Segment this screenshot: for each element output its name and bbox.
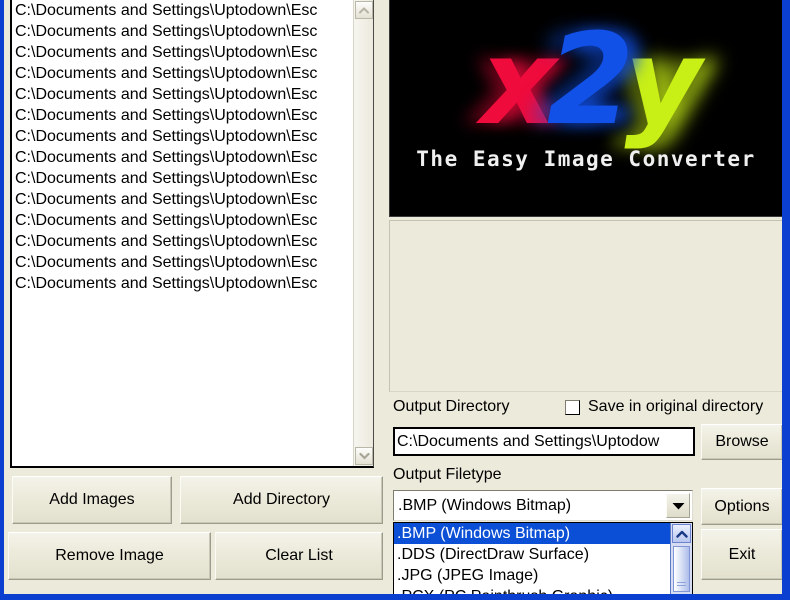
list-item[interactable]: C:\Documents and Settings\Uptodown\Esc [12, 168, 352, 189]
exit-button[interactable]: Exit [701, 529, 783, 580]
application-window: C:\Documents and Settings\Uptodown\Esc C… [0, 0, 790, 600]
output-filetype-label: Output Filetype [393, 466, 502, 483]
add-images-button[interactable]: Add Images [12, 476, 172, 524]
window-border-left [0, 0, 4, 600]
output-directory-label: Output Directory [393, 398, 510, 415]
scroll-up-button[interactable] [355, 1, 373, 19]
logo-wordmark: x2y [480, 6, 702, 153]
dropdown-option-jpg[interactable]: .JPG (JPEG Image) [394, 565, 670, 586]
list-item[interactable]: C:\Documents and Settings\Uptodown\Esc [12, 42, 352, 63]
window-border-bottom [0, 594, 790, 600]
logo-letter-y: y [624, 13, 701, 151]
dropdown-options: .BMP (Windows Bitmap) .DDS (DirectDraw S… [394, 523, 670, 599]
logo-letter-x: x [480, 13, 557, 151]
output-filetype-selected-value: .BMP (Windows Bitmap) [398, 497, 572, 514]
scroll-thumb-grip-icon [677, 582, 686, 588]
logo-letter-2: 2 [546, 6, 635, 153]
chevron-up-icon [359, 6, 369, 13]
list-item[interactable]: C:\Documents and Settings\Uptodown\Esc [12, 147, 352, 168]
window-border-right [782, 0, 790, 600]
save-in-original-directory-label: Save in original directory [588, 398, 764, 415]
list-item[interactable]: C:\Documents and Settings\Uptodown\Esc [12, 84, 352, 105]
chevron-down-icon [672, 502, 684, 509]
dropdown-option-dds[interactable]: .DDS (DirectDraw Surface) [394, 544, 670, 565]
image-preview-panel [389, 220, 783, 392]
file-list-scrollbar[interactable] [353, 0, 373, 466]
file-list-items: C:\Documents and Settings\Uptodown\Esc C… [12, 0, 352, 294]
remove-image-button[interactable]: Remove Image [8, 532, 211, 580]
image-file-listbox[interactable]: C:\Documents and Settings\Uptodown\Esc C… [10, 0, 374, 468]
save-in-original-directory-checkbox[interactable]: Save in original directory [565, 398, 763, 416]
output-directory-input[interactable]: C:\Documents and Settings\Uptodow [393, 427, 695, 456]
app-logo-banner: x2y The Easy Image Converter [389, 0, 783, 217]
scroll-down-button[interactable] [355, 447, 373, 465]
add-directory-button[interactable]: Add Directory [180, 476, 383, 524]
list-item[interactable]: C:\Documents and Settings\Uptodown\Esc [12, 21, 352, 42]
checkbox-box-icon[interactable] [565, 400, 580, 415]
list-item[interactable]: C:\Documents and Settings\Uptodown\Esc [12, 105, 352, 126]
chevron-up-icon [675, 530, 688, 538]
list-item[interactable]: C:\Documents and Settings\Uptodown\Esc [12, 189, 352, 210]
window-client-area: C:\Documents and Settings\Uptodown\Esc C… [4, 0, 783, 600]
list-item[interactable]: C:\Documents and Settings\Uptodown\Esc [12, 126, 352, 147]
combobox-dropdown-button[interactable] [666, 493, 690, 518]
chevron-down-icon [358, 452, 370, 460]
list-item[interactable]: C:\Documents and Settings\Uptodown\Esc [12, 273, 352, 294]
list-item[interactable]: C:\Documents and Settings\Uptodown\Esc [12, 0, 352, 21]
dropdown-scroll-thumb[interactable] [673, 546, 690, 592]
dropdown-option-bmp[interactable]: .BMP (Windows Bitmap) [394, 523, 670, 544]
output-filetype-combobox[interactable]: .BMP (Windows Bitmap) [393, 490, 693, 521]
browse-button[interactable]: Browse [701, 424, 783, 460]
output-filetype-dropdown-list[interactable]: .BMP (Windows Bitmap) .DDS (DirectDraw S… [393, 522, 693, 600]
dropdown-scroll-up-button[interactable] [672, 524, 691, 543]
dropdown-scrollbar[interactable] [670, 523, 692, 599]
list-item[interactable]: C:\Documents and Settings\Uptodown\Esc [12, 210, 352, 231]
scrollbar-track[interactable] [354, 0, 373, 466]
clear-list-button[interactable]: Clear List [215, 532, 383, 580]
list-item[interactable]: C:\Documents and Settings\Uptodown\Esc [12, 63, 352, 84]
options-button[interactable]: Options [701, 488, 783, 525]
list-item[interactable]: C:\Documents and Settings\Uptodown\Esc [12, 252, 352, 273]
list-item[interactable]: C:\Documents and Settings\Uptodown\Esc [12, 231, 352, 252]
